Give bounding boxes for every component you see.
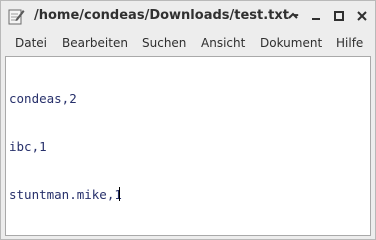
menu-datei[interactable]: Datei [15,36,47,50]
menu-bar: Datei Bearbeiten Suchen Ansicht Dokument… [1,31,375,56]
document-text[interactable]: condeas,2 ibc,1 stuntman.mike,1 [9,59,122,235]
text-line: condeas,2 [9,91,77,106]
text-line: ibc,1 [9,139,47,154]
menu-dokument[interactable]: Dokument [260,36,322,50]
menu-hilfe[interactable]: Hilfe [336,36,363,50]
title-bar[interactable]: /home/condeas/Downloads/test.txt - [1,1,375,31]
window-title: /home/condeas/Downloads/test.txt - [34,8,299,23]
menu-ansicht[interactable]: Ansicht [201,36,245,50]
shade-icon[interactable] [307,7,325,25]
menu-suchen[interactable]: Suchen [142,36,186,50]
menu-bearbeiten[interactable]: Bearbeiten [62,36,128,50]
text-caret [118,187,120,201]
maximize-icon[interactable] [330,7,348,25]
close-icon[interactable] [353,7,371,25]
text-editor-icon [7,7,25,25]
text-line-with-caret: stuntman.mike,1 [9,187,122,203]
text-line-content: stuntman.mike,1 [9,187,122,202]
editor-window: /home/condeas/Downloads/test.txt - Datei… [0,0,376,240]
minimize-icon[interactable] [284,7,302,25]
text-editor-area[interactable]: condeas,2 ibc,1 stuntman.mike,1 [5,56,371,236]
